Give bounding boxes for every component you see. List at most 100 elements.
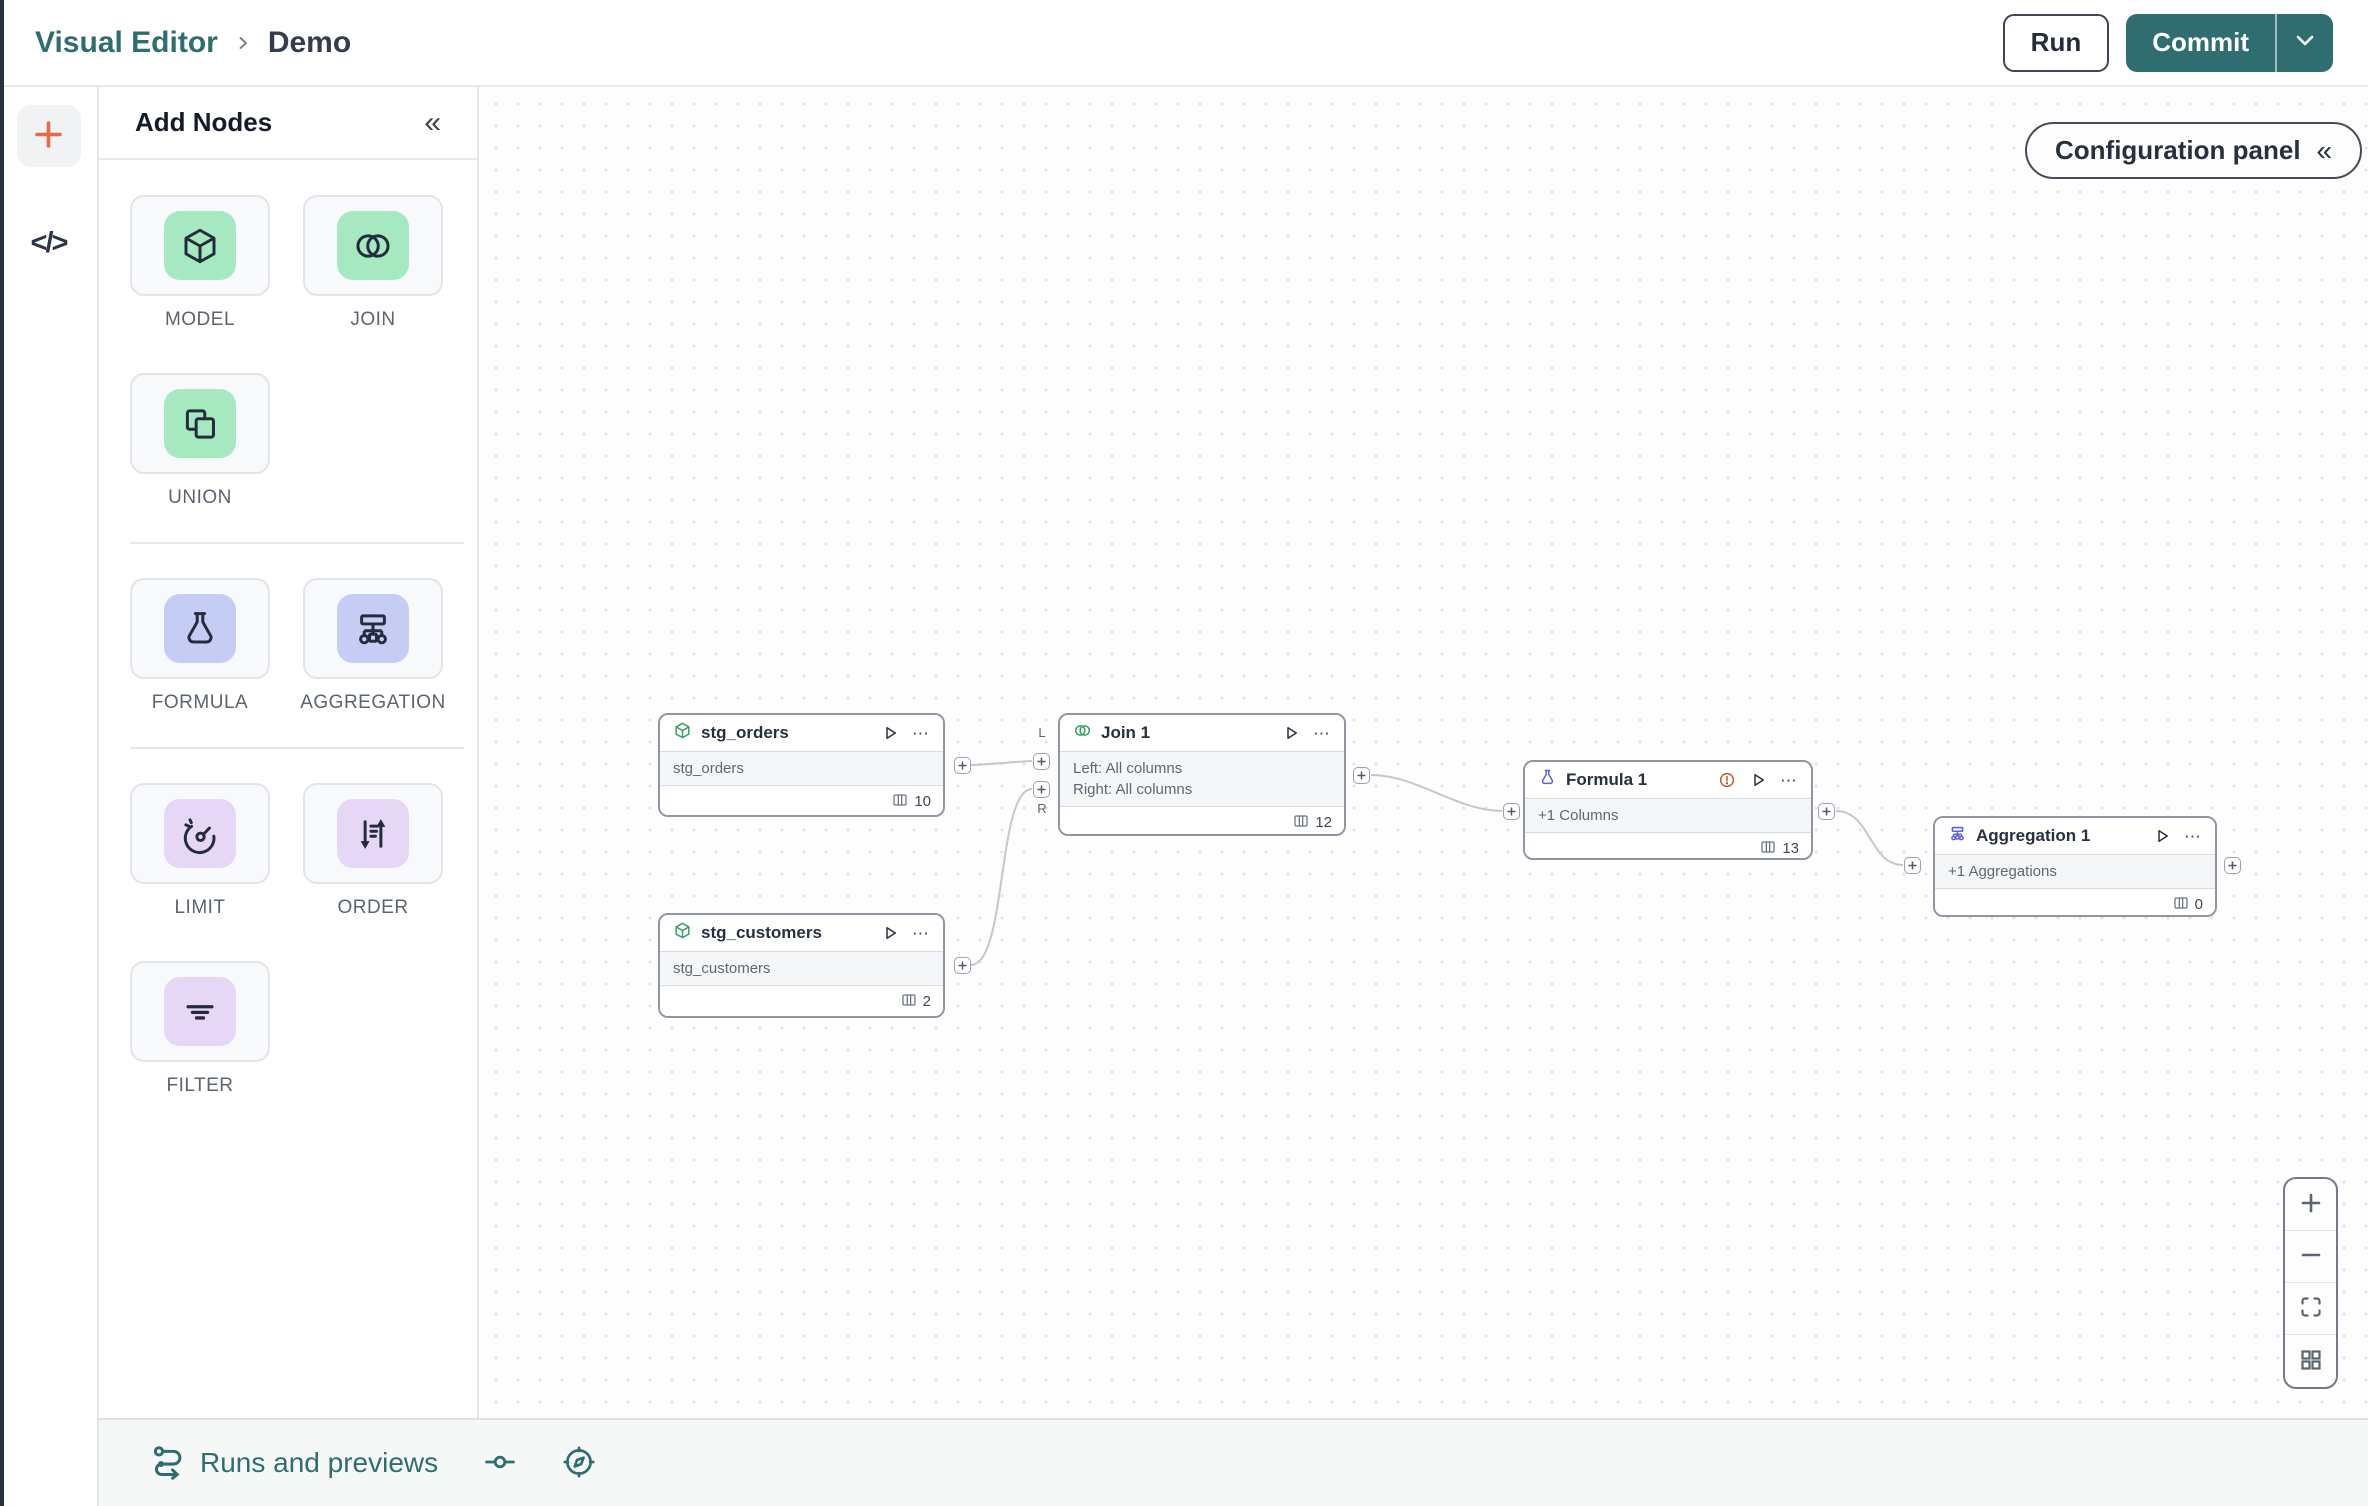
ellipsis-menu-icon[interactable]: ⋯ bbox=[912, 925, 930, 942]
play-icon[interactable] bbox=[2153, 827, 2171, 845]
minus-icon bbox=[2298, 1242, 2324, 1271]
tile-formula[interactable]: FORMULA bbox=[130, 578, 270, 714]
join-venn-icon bbox=[337, 211, 409, 280]
node-join-1[interactable]: Join 1 ⋯ Left: All columns Right: All co… bbox=[1058, 713, 1346, 836]
ellipsis-menu-icon[interactable]: ⋯ bbox=[1780, 772, 1798, 789]
node-body: stg_customers bbox=[660, 952, 943, 986]
edge-join-to-formula bbox=[1370, 774, 1503, 812]
sort-icon bbox=[337, 799, 409, 868]
tile-label: FILTER bbox=[166, 1075, 234, 1096]
edge-formula-to-aggregation bbox=[1835, 810, 1904, 866]
topbar-actions: Run Commit bbox=[2002, 13, 2333, 72]
tile-limit[interactable]: LIMIT bbox=[130, 783, 270, 919]
node-footer: 10 bbox=[660, 786, 943, 815]
tile-model[interactable]: MODEL bbox=[130, 195, 270, 331]
tile-label: LIMIT bbox=[174, 897, 226, 918]
tile-label: UNION bbox=[168, 487, 232, 508]
node-footer: 12 bbox=[1060, 807, 1344, 834]
chevron-right-icon bbox=[234, 34, 252, 52]
tile-aggregation[interactable]: AGGREGATION bbox=[300, 578, 446, 714]
columns-icon bbox=[2173, 895, 2189, 915]
tile-formula-box bbox=[130, 578, 270, 679]
node-title: Aggregation 1 bbox=[1976, 826, 2091, 845]
node-title: stg_customers bbox=[701, 923, 822, 942]
configuration-panel-button[interactable]: Configuration panel « bbox=[2025, 122, 2363, 179]
add-node-handle-stg-customers-out[interactable] bbox=[954, 957, 971, 974]
breadcrumb-current-page: Demo bbox=[267, 25, 352, 59]
play-icon[interactable] bbox=[1282, 724, 1300, 742]
join-venn-icon bbox=[1073, 721, 1092, 745]
add-node-handle-stg-orders-out[interactable] bbox=[954, 757, 971, 774]
union-icon bbox=[164, 389, 236, 458]
tile-order[interactable]: ORDER bbox=[303, 783, 443, 919]
columns-icon bbox=[1293, 813, 1309, 833]
node-tiles-group-transforms: FORMULA AGGREGATION bbox=[99, 544, 477, 714]
add-node-handle-join-out[interactable] bbox=[1353, 767, 1370, 784]
zoom-in-button[interactable] bbox=[2285, 1179, 2336, 1231]
cube-icon bbox=[673, 721, 692, 745]
cube-icon bbox=[673, 921, 692, 945]
tile-label: AGGREGATION bbox=[300, 692, 446, 713]
flask-icon bbox=[164, 594, 236, 663]
runs-and-previews-tab[interactable]: Runs and previews bbox=[149, 1443, 438, 1484]
play-icon[interactable] bbox=[1749, 771, 1767, 789]
commit-split-button: Commit bbox=[2126, 13, 2333, 72]
join-left-input-handle[interactable] bbox=[1033, 753, 1050, 770]
fit-view-button[interactable] bbox=[2285, 1283, 2336, 1335]
ellipsis-menu-icon[interactable]: ⋯ bbox=[1313, 725, 1331, 742]
node-header: Formula 1 ⋯ bbox=[1525, 762, 1811, 799]
node-formula-1[interactable]: Formula 1 ⋯ +1 Columns 13 bbox=[1523, 760, 1813, 860]
plus-icon bbox=[2298, 1190, 2324, 1219]
tile-label: JOIN bbox=[350, 309, 396, 330]
node-body: stg_orders bbox=[660, 752, 943, 786]
play-icon[interactable] bbox=[881, 724, 899, 742]
code-editor-rail-button[interactable]: </> bbox=[31, 227, 69, 260]
node-footer: 13 bbox=[1525, 833, 1811, 858]
tile-union[interactable]: UNION bbox=[130, 373, 270, 509]
ellipsis-menu-icon[interactable]: ⋯ bbox=[912, 725, 930, 742]
tile-join[interactable]: JOIN bbox=[303, 195, 443, 331]
node-header: stg_customers ⋯ bbox=[660, 915, 943, 952]
explore-button[interactable] bbox=[562, 1445, 596, 1482]
flask-icon bbox=[1538, 768, 1557, 792]
add-nodes-panel-header: Add Nodes « bbox=[99, 87, 477, 160]
columns-icon bbox=[892, 792, 908, 812]
tile-limit-box bbox=[130, 783, 270, 884]
node-aggregation-1[interactable]: Aggregation 1 ⋯ +1 Aggregations 0 bbox=[1933, 816, 2217, 917]
commit-node-button[interactable] bbox=[483, 1445, 517, 1482]
run-button[interactable]: Run bbox=[2002, 13, 2110, 72]
zoom-out-button[interactable] bbox=[2285, 1231, 2336, 1283]
add-node-handle-aggregation-out[interactable] bbox=[2224, 857, 2241, 874]
overview-grid-button[interactable] bbox=[2285, 1335, 2336, 1387]
node-body-text: +1 Aggregations bbox=[1948, 863, 2057, 880]
commit-dropdown-button[interactable] bbox=[2275, 13, 2333, 72]
canvas-zoom-controls bbox=[2283, 1177, 2338, 1389]
ellipsis-menu-icon[interactable]: ⋯ bbox=[2184, 828, 2202, 845]
flow-canvas[interactable]: Configuration panel « stg_orders ⋯ stg_o… bbox=[479, 87, 2368, 1418]
tile-model-box bbox=[130, 195, 270, 296]
collapse-panel-button[interactable]: « bbox=[424, 106, 441, 140]
filter-lines-icon bbox=[164, 977, 236, 1046]
formula-input-handle[interactable] bbox=[1503, 803, 1520, 820]
add-nodes-rail-button[interactable] bbox=[16, 105, 81, 167]
join-right-input-handle[interactable] bbox=[1033, 781, 1050, 798]
node-body: +1 Columns bbox=[1525, 799, 1811, 833]
add-node-handle-formula-out[interactable] bbox=[1818, 803, 1835, 820]
node-stg-customers[interactable]: stg_customers ⋯ stg_customers 2 bbox=[658, 913, 945, 1018]
top-bar: Visual Editor Demo Run Commit bbox=[0, 0, 2368, 87]
node-body: +1 Aggregations bbox=[1935, 855, 2215, 889]
node-footer: 0 bbox=[1935, 889, 2215, 915]
node-title: Formula 1 bbox=[1566, 770, 1648, 789]
tile-filter-box bbox=[130, 961, 270, 1062]
collapse-left-icon: « bbox=[2316, 134, 2333, 166]
add-nodes-panel: Add Nodes « MODEL JOIN UNION FORMULA AGG… bbox=[99, 87, 479, 1418]
breadcrumb-visual-editor-link[interactable]: Visual Editor bbox=[35, 26, 218, 60]
node-stg-orders[interactable]: stg_orders ⋯ stg_orders 10 bbox=[658, 713, 945, 817]
commit-button[interactable]: Commit bbox=[2126, 13, 2275, 72]
plus-icon bbox=[30, 116, 67, 156]
tile-filter[interactable]: FILTER bbox=[130, 961, 270, 1097]
join-left-input-label: L bbox=[1038, 725, 1046, 740]
play-icon[interactable] bbox=[881, 924, 899, 942]
aggregation-input-handle[interactable] bbox=[1904, 857, 1921, 874]
tile-label: FORMULA bbox=[151, 692, 249, 713]
